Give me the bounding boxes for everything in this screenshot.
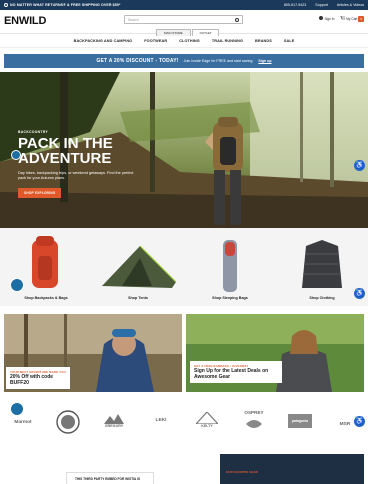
hero-banner[interactable]: BACKCOUNTRY PACK IN THE ADVENTURE Day hi… xyxy=(0,72,368,228)
brand-osprey-mark xyxy=(246,420,262,428)
giveaway-text: GET A FREE BANDANA • GIVEAWAY Sign Up fo… xyxy=(190,361,282,384)
hero-title: PACK IN THE ADVENTURE xyxy=(18,136,138,166)
nav-sale[interactable]: SALE xyxy=(284,39,295,43)
cart-icon xyxy=(340,15,347,20)
brand-osprey[interactable]: OSPREY xyxy=(240,410,268,415)
returns-icon xyxy=(4,3,8,7)
category-sleeping-bags[interactable]: Shop Sleeping Bags xyxy=(184,228,276,306)
site-logo[interactable]: ENWILD xyxy=(4,15,46,27)
discount-banner[interactable]: GET A 20% DISCOUNT - TODAY! Join Inside … xyxy=(4,54,364,68)
cart-count-badge: 0 xyxy=(358,16,364,22)
hero-eyebrow: BACKCOUNTRY xyxy=(18,130,49,134)
hero-title-line2: ADVENTURE xyxy=(18,150,112,167)
brand-marmot[interactable]: Marmot xyxy=(8,420,38,425)
support-link[interactable]: Support xyxy=(315,3,328,7)
category-tents[interactable]: Shop Tents xyxy=(92,228,184,306)
chat-widget-icon[interactable] xyxy=(10,278,24,292)
search-placeholder: Search xyxy=(128,18,139,22)
category-sleeping-bags-label: Shop Sleeping Bags xyxy=(212,296,248,300)
cart-link[interactable]: My Cart 0 xyxy=(340,15,364,22)
articles-link[interactable]: Articles & Videos xyxy=(337,3,364,7)
main-nav: BACKPACKING AND CAMPING FOOTWEAR CLOTHIN… xyxy=(0,35,368,48)
buff-promo-text: YOUR NEXT ADVENTURE MADE YOU 20% Off wit… xyxy=(6,367,70,390)
brand-badge-logo[interactable] xyxy=(56,410,80,434)
nav-brands[interactable]: BRANDS xyxy=(255,39,272,43)
nav-backpacking-camping[interactable]: BACKPACKING AND CAMPING xyxy=(74,39,133,43)
nav-clothing[interactable]: CLOTHING xyxy=(179,39,200,43)
brand-leki[interactable]: LEKI xyxy=(150,418,172,423)
discount-text: Join Inside Edge for FREE and start savi… xyxy=(183,59,254,63)
phone-link[interactable]: 800-617-9423 xyxy=(284,3,306,7)
favorite-gear-section: OUR FAVORITE GEAR xyxy=(220,454,364,484)
top-announcement-bar: NO MATTER WHAT RETURNS® & FREE SHIPPING … xyxy=(0,0,368,10)
category-backpacks-label: Shop Backpacks & Bags xyxy=(24,296,68,300)
shipping-promo[interactable]: NO MATTER WHAT RETURNS® & FREE SHIPPING … xyxy=(4,3,120,7)
brand-kelty[interactable]: KELTY xyxy=(196,424,218,428)
nav-trail-running[interactable]: TRAIL RUNNING xyxy=(212,39,243,43)
giveaway-headline: Sign Up for the Latest Deals on Awesome … xyxy=(194,368,269,380)
buff-headline: 20% Off with code BUFF20 xyxy=(10,374,54,386)
user-icon xyxy=(319,16,324,20)
brand-msr[interactable]: MSR xyxy=(334,422,356,427)
hero-text: BACKCOUNTRY PACK IN THE ADVENTURE Day hi… xyxy=(18,130,138,199)
category-grid: Shop Backpacks & Bags Shop Tents Shop Sl… xyxy=(0,228,368,306)
feature-card-giveaway[interactable]: GET A FREE BANDANA • GIVEAWAY Sign Up fo… xyxy=(186,314,364,392)
accessibility-icon[interactable]: ♿ xyxy=(354,288,365,299)
brand-gregory-mark xyxy=(104,414,124,424)
hero-subtitle: Day hikes, backpacking trips, or weekend… xyxy=(18,171,134,180)
shop-exploring-button[interactable]: SHOP EXPLORING xyxy=(18,188,62,198)
shipping-promo-text: NO MATTER WHAT RETURNS® & FREE SHIPPING … xyxy=(10,3,121,7)
chat-widget-icon[interactable] xyxy=(11,150,21,160)
discount-headline: GET A 20% DISCOUNT - TODAY! xyxy=(96,58,179,64)
signin-label: Sign In xyxy=(324,17,335,21)
nav-footwear[interactable]: FOOTWEAR xyxy=(144,39,167,43)
accessibility-icon[interactable]: ♿ xyxy=(354,160,365,171)
signup-link[interactable]: Sign up xyxy=(258,59,271,63)
feature-card-buff[interactable]: YOUR NEXT ADVENTURE MADE YOU 20% Off wit… xyxy=(4,314,182,392)
jacket-icon xyxy=(302,240,342,288)
wistia-embed-notice: THIS THIRD PARTY EMBED FOR WISTIA IS xyxy=(66,472,154,484)
chat-widget-icon[interactable] xyxy=(10,402,24,416)
brand-patagonia[interactable]: patagonia xyxy=(288,414,312,428)
search-input[interactable]: Search xyxy=(124,15,243,24)
sleeping-bag-icon xyxy=(223,240,237,292)
signin-link[interactable]: Sign In xyxy=(319,16,334,21)
site-header: ENWILD Search MAIN STORE OUTLET Sign In … xyxy=(0,10,368,36)
hero-title-line1: PACK IN THE xyxy=(18,135,113,152)
category-backpacks[interactable]: Shop Backpacks & Bags xyxy=(0,228,92,306)
category-tents-label: Shop Tents xyxy=(128,296,148,300)
cart-label: My Cart xyxy=(346,17,358,21)
brand-kelty-mark xyxy=(196,412,218,424)
search-icon[interactable] xyxy=(235,17,239,22)
tent-icon xyxy=(102,245,177,288)
brand-gregory[interactable]: GREGORY xyxy=(100,424,128,428)
